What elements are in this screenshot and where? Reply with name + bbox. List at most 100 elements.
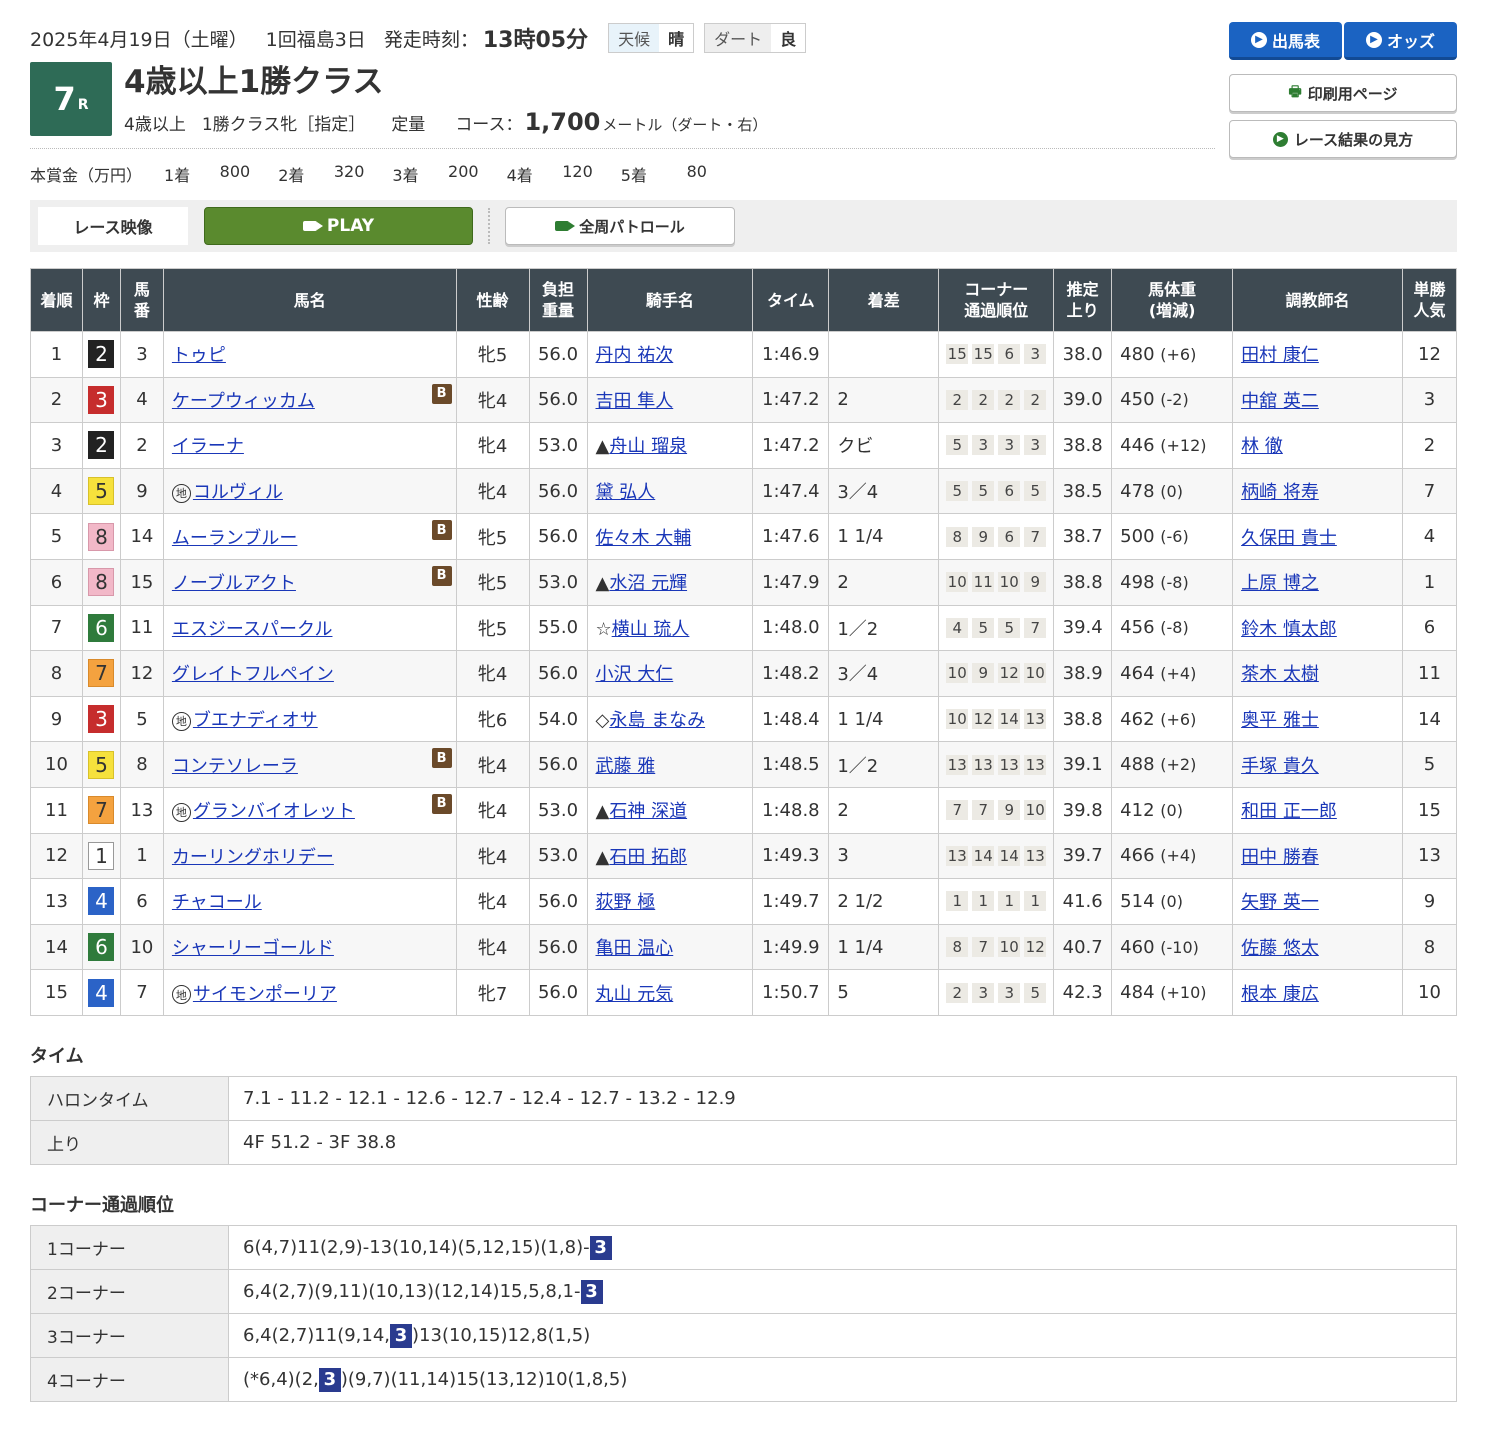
jockey-link[interactable]: 横山 琉人 (612, 619, 690, 640)
race-header: 2025年4月19日（土曜） 1回福島3日 発走時刻： 13時05分 天候 晴 … (30, 22, 1215, 185)
corner-position: 5 (972, 617, 995, 638)
jockey-link[interactable]: 佐々木 大輔 (596, 528, 692, 549)
corner-label: 1コーナー (30, 1225, 229, 1270)
margin-cell: 3／4 (828, 650, 940, 697)
trainer-link[interactable]: 柄崎 将寿 (1241, 482, 1319, 503)
video-label: レース映像 (38, 207, 188, 245)
col-last3f[interactable]: 推定 上り (1053, 268, 1113, 332)
corner-positions: 5565 (939, 481, 1053, 502)
jockey-link[interactable]: 舟山 瑠泉 (609, 436, 687, 457)
results-header-row: 着順 枠 馬番 馬名 性齢 負担 重量 騎手名 タイム 着差 コーナー 通過順位 推… (30, 268, 1458, 332)
corner-label: 2コーナー (30, 1269, 229, 1314)
entries-button[interactable]: ▶ 出馬表 (1229, 22, 1342, 60)
horse-link[interactable]: トゥピ (172, 345, 226, 366)
prize-money: 本賞金（万円） 1着 800 2着 320 3着 200 4着 120 5着 80 (30, 162, 735, 186)
jockey-cell: ▲水沼 元輝 (586, 558, 754, 606)
col-horse[interactable]: 馬名 (162, 268, 457, 332)
jockey-link[interactable]: 武藤 雅 (596, 756, 656, 777)
col-weight[interactable]: 負担 重量 (528, 268, 588, 332)
col-sexage[interactable]: 性齢 (455, 268, 530, 332)
col-jockey[interactable]: 騎手名 (586, 268, 754, 332)
trainer-link[interactable]: 久保田 貴士 (1241, 528, 1337, 549)
trainer-link[interactable]: 奥平 雅士 (1241, 710, 1319, 731)
corner-position: 10 (998, 572, 1021, 593)
jockey-link[interactable]: 石田 拓郎 (609, 847, 687, 868)
trainer-link[interactable]: 鈴木 慎太郎 (1241, 619, 1337, 640)
col-number[interactable]: 馬番 (119, 268, 164, 332)
horse-cell: グレイトフルペイン (162, 650, 457, 697)
jockey-link[interactable]: 水沼 元輝 (609, 573, 687, 594)
waku-badge: 8 (88, 568, 115, 597)
play-button[interactable]: PLAY (204, 207, 473, 245)
chevron-right-icon: ▶ (1272, 131, 1288, 147)
horse-link[interactable]: コルヴィル (193, 482, 283, 503)
trainer-link[interactable]: 中舘 英二 (1241, 391, 1319, 412)
jockey-link[interactable]: 荻野 極 (596, 892, 656, 913)
horse-link[interactable]: グランバイオレット (193, 801, 355, 822)
last3f-cell: 39.8 (1053, 786, 1113, 834)
trainer-link[interactable]: 田中 勝春 (1241, 847, 1319, 868)
trainer-link[interactable]: 矢野 英一 (1241, 892, 1319, 913)
horse-link[interactable]: チャコール (172, 892, 262, 913)
header-divider (30, 148, 1215, 149)
jockey-link[interactable]: 石神 深道 (609, 801, 687, 822)
col-waku[interactable]: 枠 (81, 268, 121, 332)
prize-3-value: 200 (448, 162, 479, 181)
corner-post: )13(10,15)12,8(1,5) (412, 1324, 591, 1346)
time-cell: 1:47.2 (752, 376, 830, 424)
horse-link[interactable]: シャーリーゴールド (172, 938, 334, 959)
jockey-link[interactable]: 亀田 温心 (596, 938, 674, 959)
corner-position: 6 (998, 526, 1021, 547)
jockey-link[interactable]: 丸山 元気 (596, 984, 674, 1005)
jockey-link[interactable]: 永島 まなみ (609, 710, 705, 731)
bodyweight: 500 (1120, 526, 1155, 548)
horse-link[interactable]: グレイトフルペイン (172, 664, 334, 685)
horse-link[interactable]: エスジースパークル (172, 619, 333, 640)
popularity-cell: 2 (1401, 422, 1458, 469)
horse-link[interactable]: イラーナ (172, 436, 244, 457)
trainer-link[interactable]: 和田 正一郎 (1241, 801, 1337, 822)
jockey-link[interactable]: 黛 弘人 (596, 482, 656, 503)
howto-button[interactable]: ▶ レース結果の見方 (1229, 120, 1457, 158)
local-horse-mark: 地 (171, 711, 191, 731)
horse-link[interactable]: ケープウィッカム (172, 391, 315, 412)
print-page-button[interactable]: 🖶 印刷用ページ (1229, 74, 1457, 112)
horse-link[interactable]: カーリングホリデー (172, 847, 334, 868)
horse-link[interactable]: ブエナディオサ (193, 710, 318, 731)
trainer-link[interactable]: 田村 康仁 (1241, 345, 1319, 366)
jockey-link[interactable]: 丹内 祐次 (596, 345, 674, 366)
horse-link[interactable]: サイモンポーリア (193, 984, 337, 1005)
corner-position: 10 (1024, 800, 1047, 821)
col-rank[interactable]: 着順 (30, 268, 83, 332)
prize-3-label: 3着 (392, 166, 419, 185)
col-popularity[interactable]: 単勝 人気 (1401, 268, 1458, 332)
trainer-link[interactable]: 林 徹 (1241, 436, 1283, 457)
jockey-link[interactable]: 吉田 隼人 (596, 391, 674, 412)
horse-cell: 地サイモンポーリア (162, 969, 457, 1016)
trainer-cell: 茶木 太樹 (1232, 650, 1403, 697)
corner-position: 6 (998, 344, 1021, 365)
patrol-button[interactable]: 全周パトロール (505, 207, 735, 245)
col-corner[interactable]: コーナー 通過順位 (938, 268, 1055, 332)
odds-button[interactable]: ▶ オッズ (1344, 22, 1457, 60)
last3f-cell: 38.5 (1053, 467, 1113, 515)
jockey-link[interactable]: 小沢 大仁 (596, 664, 674, 685)
trainer-link[interactable]: 根本 康広 (1241, 984, 1319, 1005)
furlong-label: ハロンタイム (30, 1076, 229, 1121)
cond-age: 4歳以上 (124, 115, 186, 135)
track-label: ダート (705, 24, 772, 52)
horse-cell: イラーナ (162, 422, 457, 469)
col-time[interactable]: タイム (752, 268, 830, 332)
trainer-cell: 和田 正一郎 (1232, 786, 1403, 834)
trainer-link[interactable]: 手塚 貴久 (1241, 756, 1319, 777)
col-trainer[interactable]: 調教師名 (1232, 268, 1403, 332)
bodyweight-diff: (+6) (1160, 709, 1197, 729)
trainer-link[interactable]: 佐藤 悠太 (1241, 938, 1319, 959)
horse-link[interactable]: ムーランブルー (172, 528, 297, 549)
horse-link[interactable]: ノーブルアクト (172, 573, 296, 594)
col-bodyweight[interactable]: 馬体重 (増減) (1111, 268, 1234, 332)
trainer-link[interactable]: 上原 博之 (1241, 573, 1319, 594)
trainer-link[interactable]: 茶木 太樹 (1241, 664, 1319, 685)
horse-link[interactable]: コンテソレーラ (172, 756, 298, 777)
col-margin[interactable]: 着差 (828, 268, 940, 332)
